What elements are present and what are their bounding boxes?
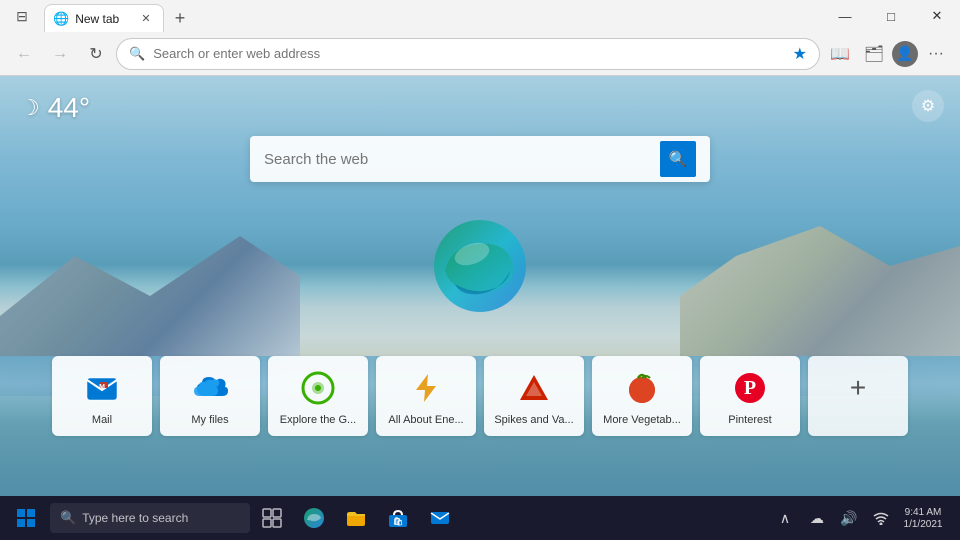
clock[interactable]: 9:41 AM 1/1/2021 bbox=[898, 496, 948, 540]
start-button[interactable] bbox=[4, 496, 48, 540]
taskbar-store-icon[interactable]: 🛍 bbox=[378, 496, 418, 540]
search-input[interactable] bbox=[264, 151, 650, 168]
pinterest-icon: P bbox=[732, 370, 768, 406]
more-button[interactable]: ··· bbox=[920, 38, 952, 70]
quick-link-pinterest[interactable]: P Pinterest bbox=[700, 356, 800, 436]
address-input[interactable] bbox=[153, 46, 784, 61]
myfiles-label: My files bbox=[191, 414, 228, 426]
cloud-icon[interactable]: ☁ bbox=[802, 496, 832, 540]
favorites-star-icon[interactable]: ★ bbox=[793, 44, 807, 64]
collections-button[interactable]: 🗂 bbox=[858, 38, 890, 70]
quick-link-energy[interactable]: All About Ene... bbox=[376, 356, 476, 436]
toolbar-right: 📖 🗂 👤 ··· bbox=[824, 38, 952, 70]
taskbar: 🔍 Type here to search bbox=[0, 496, 960, 540]
quick-link-mail[interactable]: M Mail bbox=[52, 356, 152, 436]
window-icon-button[interactable]: ⊟ bbox=[8, 2, 36, 30]
weather-widget: ☽ 44° bbox=[20, 92, 90, 124]
spikes-icon bbox=[516, 370, 552, 406]
minimize-button[interactable]: — bbox=[822, 0, 868, 32]
taskbar-explorer-icon[interactable] bbox=[336, 496, 376, 540]
search-container: 🔍 bbox=[250, 136, 710, 182]
page-settings-button[interactable]: ⚙ bbox=[912, 90, 944, 122]
window-controls-left: ⊟ bbox=[8, 2, 36, 30]
weather-temp: 44° bbox=[48, 92, 90, 124]
taskbar-right: ∧ ☁ 🔊 9:41 AM 1/1/2021 bbox=[770, 496, 956, 540]
vegetable-label: More Vegetab... bbox=[603, 414, 681, 426]
svg-text:P: P bbox=[744, 377, 756, 399]
system-tray-chevron[interactable]: ∧ bbox=[770, 496, 800, 540]
tab-label: New tab bbox=[75, 12, 119, 26]
taskbar-search-text: Type here to search bbox=[82, 511, 188, 525]
explore-label: Explore the G... bbox=[280, 414, 356, 426]
taskbar-edge-icon[interactable] bbox=[294, 496, 334, 540]
mail-label: Mail bbox=[92, 414, 112, 426]
spikes-label: Spikes and Va... bbox=[494, 414, 573, 426]
onedrive-icon bbox=[192, 370, 228, 406]
refresh-button[interactable]: ↻ bbox=[80, 38, 112, 70]
wifi-icon[interactable] bbox=[866, 496, 896, 540]
weather-icon: ☽ bbox=[20, 95, 40, 121]
new-tab-button[interactable]: + bbox=[166, 4, 194, 32]
address-search-icon: 🔍 bbox=[129, 46, 145, 62]
maximize-button[interactable]: □ bbox=[868, 0, 914, 32]
svg-text:🛍: 🛍 bbox=[393, 516, 403, 526]
window-title-controls: — □ ✕ bbox=[822, 0, 960, 32]
quick-link-myfiles[interactable]: My files bbox=[160, 356, 260, 436]
search-submit-button[interactable]: 🔍 bbox=[660, 141, 696, 177]
quick-links: M Mail My files Explore t bbox=[52, 356, 908, 436]
volume-icon[interactable]: 🔊 bbox=[834, 496, 864, 540]
quick-link-explore[interactable]: Explore the G... bbox=[268, 356, 368, 436]
add-icon: + bbox=[840, 370, 876, 406]
vegetable-icon bbox=[624, 370, 660, 406]
search-box[interactable]: 🔍 bbox=[250, 136, 710, 182]
back-button[interactable]: ← bbox=[8, 38, 40, 70]
pinterest-label: Pinterest bbox=[728, 414, 771, 426]
task-view-button[interactable] bbox=[252, 496, 292, 540]
tab-favicon: 🌐 bbox=[53, 11, 69, 27]
tabs-area: 🌐 New tab ✕ + bbox=[44, 0, 822, 32]
mail-icon: M bbox=[84, 370, 120, 406]
quick-link-add[interactable]: + bbox=[808, 356, 908, 436]
forward-button[interactable]: → bbox=[44, 38, 76, 70]
title-bar: ⊟ 🌐 New tab ✕ + — □ ✕ bbox=[0, 0, 960, 32]
search-btn-icon: 🔍 bbox=[669, 150, 688, 168]
profile-avatar[interactable]: 👤 bbox=[892, 41, 918, 67]
reading-list-button[interactable]: 📖 bbox=[824, 38, 856, 70]
address-bar[interactable]: 🔍 ★ bbox=[116, 38, 820, 70]
close-button[interactable]: ✕ bbox=[914, 0, 960, 32]
energy-icon bbox=[408, 370, 444, 406]
taskbar-mail-icon[interactable] bbox=[420, 496, 460, 540]
tab-close-button[interactable]: ✕ bbox=[137, 10, 155, 28]
taskbar-search[interactable]: 🔍 Type here to search bbox=[50, 503, 250, 533]
main-content: ☽ 44° ⚙ 🔍 bbox=[0, 76, 960, 496]
energy-label: All About Ene... bbox=[388, 414, 463, 426]
quick-link-vegetable[interactable]: More Vegetab... bbox=[592, 356, 692, 436]
explore-icon bbox=[300, 370, 336, 406]
quick-link-spikes[interactable]: Spikes and Va... bbox=[484, 356, 584, 436]
toolbar: ← → ↻ 🔍 ★ 📖 🗂 👤 ··· bbox=[0, 32, 960, 76]
svg-text:M: M bbox=[99, 384, 105, 391]
active-tab[interactable]: 🌐 New tab ✕ bbox=[44, 4, 164, 32]
edge-logo bbox=[430, 216, 530, 316]
